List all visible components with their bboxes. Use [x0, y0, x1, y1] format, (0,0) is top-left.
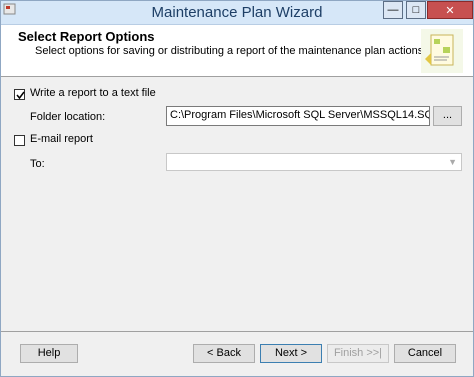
- footer-divider: [1, 331, 473, 332]
- to-label: To:: [30, 158, 45, 170]
- chevron-down-icon: ▼: [448, 157, 457, 167]
- folder-location-input[interactable]: C:\Program Files\Microsoft SQL Server\MS…: [166, 106, 430, 126]
- title-bar: Maintenance Plan Wizard — □ ✕: [1, 1, 473, 25]
- back-button[interactable]: < Back: [193, 344, 255, 363]
- wizard-window: Maintenance Plan Wizard — □ ✕ Select Rep…: [0, 0, 474, 377]
- close-button[interactable]: ✕: [427, 1, 473, 19]
- minimize-button[interactable]: —: [383, 1, 403, 19]
- maximize-button[interactable]: □: [406, 1, 426, 19]
- browse-button[interactable]: ...: [433, 106, 462, 126]
- next-button[interactable]: Next >: [260, 344, 322, 363]
- wizard-report-icon: [421, 29, 463, 73]
- wizard-header: Select Report Options Select options for…: [1, 25, 473, 77]
- checkmark-icon: [16, 91, 25, 100]
- close-icon: ✕: [445, 4, 455, 17]
- to-select[interactable]: ▼: [166, 153, 462, 171]
- help-button[interactable]: Help: [20, 344, 78, 363]
- write-report-checkbox[interactable]: [14, 89, 25, 100]
- maximize-icon: □: [412, 4, 420, 16]
- cancel-button[interactable]: Cancel: [394, 344, 456, 363]
- page-title: Select Report Options: [18, 29, 155, 44]
- finish-button[interactable]: Finish >>|: [327, 344, 389, 363]
- page-subtitle: Select options for saving or distributin…: [35, 45, 427, 57]
- folder-location-label: Folder location:: [30, 111, 106, 123]
- email-report-label: E-mail report: [30, 133, 93, 145]
- minimize-icon: —: [387, 4, 399, 16]
- email-report-checkbox[interactable]: [14, 135, 25, 146]
- write-report-label: Write a report to a text file: [30, 87, 156, 99]
